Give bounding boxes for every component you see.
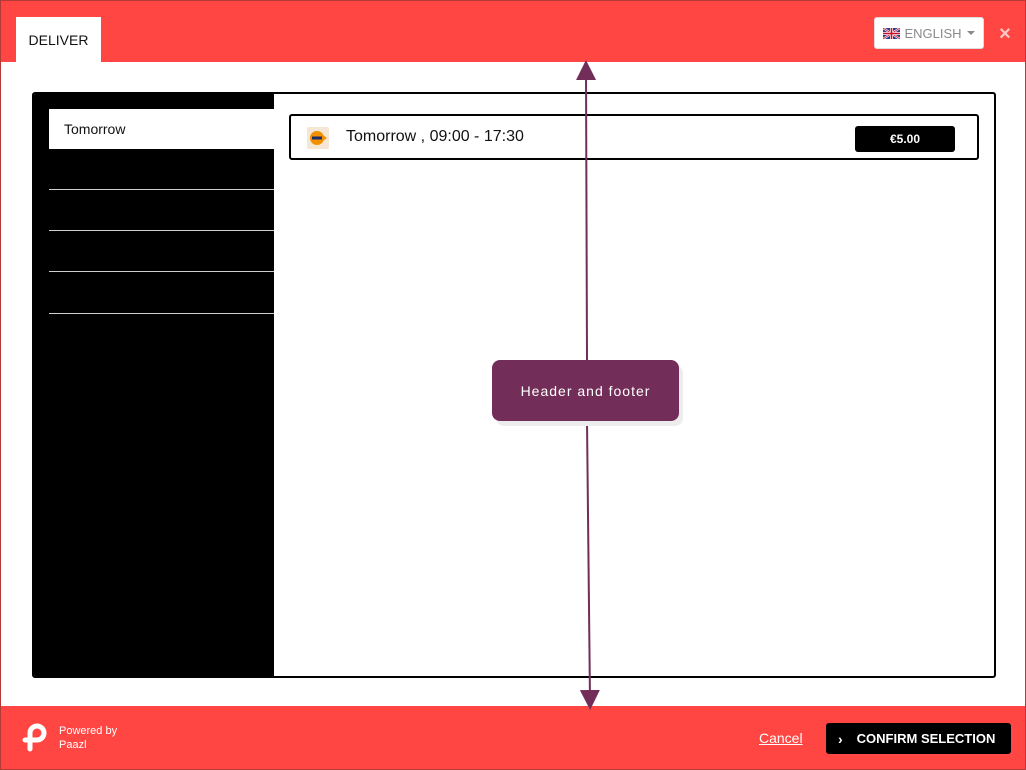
confirm-selection-button[interactable]: › CONFIRM SELECTION: [826, 723, 1011, 754]
sidebar-item-label: Tomorrow: [64, 121, 126, 137]
chevron-right-icon: ›: [838, 730, 843, 747]
language-selector[interactable]: ENGLISH: [874, 17, 984, 49]
sidebar-item-2[interactable]: [49, 150, 274, 190]
brand-name: Paazl: [59, 739, 87, 751]
sidebar-item-3[interactable]: [49, 191, 274, 231]
powered-by-line: Powered by: [59, 725, 118, 737]
delivery-option[interactable]: Tomorrow , 09:00 - 17:30 €5.00: [289, 114, 979, 160]
header-bar: DELIVER ENGLISH ×: [1, 1, 1025, 62]
sidebar: Tomorrow: [34, 94, 274, 676]
price-badge: €5.00: [855, 126, 955, 152]
postnl-logo-icon: [307, 127, 329, 149]
confirm-selection-label: CONFIRM SELECTION: [856, 731, 996, 746]
paazl-logo-icon: [22, 723, 47, 752]
language-label: ENGLISH: [904, 25, 962, 41]
powered-by-text: Powered by Paazl: [59, 724, 117, 752]
uk-flag-icon: [883, 27, 901, 39]
sidebar-item-5[interactable]: [49, 274, 274, 314]
footer-bar: Powered by Paazl Cancel › CONFIRM SELECT…: [1, 706, 1025, 769]
annotation-label: Header and footer: [492, 360, 679, 421]
sidebar-item-4[interactable]: [49, 232, 274, 272]
delivery-option-label: Tomorrow , 09:00 - 17:30: [346, 128, 524, 145]
sidebar-item-tomorrow[interactable]: Tomorrow: [49, 109, 274, 149]
tab-deliver[interactable]: DELIVER: [16, 17, 101, 62]
cancel-link[interactable]: Cancel: [759, 730, 803, 746]
chevron-down-icon: [966, 31, 975, 35]
close-icon[interactable]: ×: [996, 24, 1014, 44]
